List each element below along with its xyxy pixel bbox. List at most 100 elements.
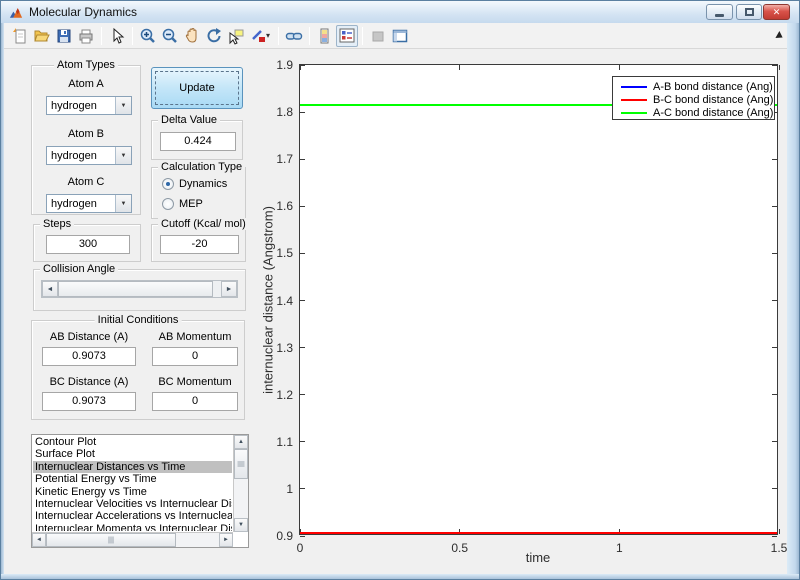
insert-legend-button[interactable] bbox=[336, 24, 358, 47]
y-tick-mark bbox=[300, 158, 305, 160]
rotate-icon bbox=[207, 27, 221, 42]
save-figure-button[interactable] bbox=[53, 25, 75, 47]
radio-0[interactable] bbox=[162, 178, 174, 190]
ab-distance-field[interactable]: 0.9073 bbox=[42, 347, 136, 366]
pointer-icon bbox=[113, 27, 125, 44]
cutoff-panel: Cutoff (Kcal/ mol) -20 bbox=[151, 218, 249, 262]
y-tick-label: 1.7 bbox=[276, 152, 293, 167]
scroll-up-arrow[interactable]: ▲ bbox=[234, 435, 248, 449]
atom-c-dropdown[interactable]: hydrogen ▼ bbox=[46, 194, 132, 213]
y-tick-label: 1.8 bbox=[276, 105, 293, 120]
show-plot-tools-button[interactable] bbox=[389, 25, 411, 47]
horizontal-scroll-thumb[interactable] bbox=[46, 533, 176, 547]
brush-dropdown-caret-icon[interactable]: ▾ bbox=[266, 31, 274, 40]
mep-radio[interactable]: MEP bbox=[162, 198, 203, 210]
y-tick-label: 1.5 bbox=[276, 246, 293, 261]
new-figure-button[interactable] bbox=[9, 25, 31, 47]
title-bar[interactable]: Molecular Dynamics bbox=[1, 1, 799, 23]
data-cursor-button[interactable] bbox=[225, 25, 247, 47]
atom-b-label: Atom B bbox=[67, 128, 105, 140]
bc-distance-field[interactable]: 0.9073 bbox=[42, 392, 136, 411]
x-tick-mark bbox=[459, 65, 461, 70]
rotate-3d-button[interactable] bbox=[203, 25, 225, 47]
y-tick-label: 1.4 bbox=[276, 293, 293, 308]
list-item[interactable]: Surface Plot bbox=[33, 448, 232, 460]
y-tick-label: 1.6 bbox=[276, 199, 293, 214]
plot-type-list[interactable]: Contour Plot Surface Plot Internuclear Dis… bbox=[31, 434, 249, 548]
calculation-type-panel: Calculation Type Dynamics MEP bbox=[151, 161, 246, 219]
y-tick-label: 1.3 bbox=[276, 340, 293, 355]
window-border-bottom bbox=[1, 574, 799, 579]
x-tick-label: 0 bbox=[296, 541, 304, 555]
scroll-down-arrow[interactable]: ▼ bbox=[234, 518, 248, 532]
close-button[interactable]: ✕ bbox=[763, 4, 790, 20]
open-folder-icon bbox=[34, 30, 50, 41]
horizontal-scrollbar[interactable]: ◄ ► bbox=[32, 532, 233, 547]
pan-button[interactable] bbox=[181, 25, 203, 47]
slider-right-arrow[interactable]: ► bbox=[221, 281, 237, 297]
list-item[interactable]: Internuclear Velocities vs Internuclear … bbox=[33, 498, 232, 510]
bc-momentum-field[interactable]: 0 bbox=[152, 392, 238, 411]
collision-angle-slider[interactable]: ◄ ► bbox=[41, 280, 238, 298]
vertical-scrollbar[interactable]: ▲ ▼ bbox=[233, 435, 248, 532]
minimize-button[interactable] bbox=[706, 4, 733, 20]
hand-icon bbox=[185, 27, 197, 43]
collision-angle-panel: Collision Angle ◄ ► bbox=[33, 263, 246, 311]
x-tick-mark bbox=[778, 65, 780, 70]
radio-1[interactable] bbox=[162, 198, 174, 210]
plot-legend[interactable]: A-B bond distance (Ang) B-C bond distance… bbox=[612, 76, 775, 120]
list-item[interactable]: Internuclear Momenta vs Internuclear Dis… bbox=[33, 523, 232, 531]
zoom-in-button[interactable] bbox=[137, 25, 159, 47]
chevron-down-icon[interactable]: ▼ bbox=[115, 195, 131, 212]
cutoff-field[interactable]: -20 bbox=[160, 235, 239, 254]
ab-momentum-field[interactable]: 0 bbox=[152, 347, 238, 366]
toolbar-overflow-arrow-icon[interactable] bbox=[775, 31, 785, 41]
x-tick-mark bbox=[778, 529, 780, 534]
slider-left-arrow[interactable]: ◄ bbox=[42, 281, 58, 297]
hide-plot-tools-button[interactable] bbox=[367, 25, 389, 47]
legend-line-sample bbox=[621, 85, 647, 88]
y-tick-mark bbox=[772, 300, 777, 301]
chevron-down-icon[interactable]: ▼ bbox=[115, 97, 131, 114]
list-item[interactable]: Contour Plot bbox=[33, 436, 232, 448]
y-tick-mark bbox=[772, 488, 777, 490]
panel-title: Calculation Type bbox=[158, 161, 246, 173]
open-file-button[interactable] bbox=[31, 25, 53, 47]
app-window: Molecular Dynamics ✕ ▾ Atom Types Atom A… bbox=[0, 0, 800, 580]
atom-a-label: Atom A bbox=[68, 78, 104, 90]
zoom-out-button[interactable] bbox=[159, 25, 181, 47]
x-tick-label: 0.5 bbox=[451, 541, 468, 555]
atom-b-dropdown[interactable]: hydrogen ▼ bbox=[46, 146, 132, 165]
list-item[interactable]: Internuclear Accelerations vs Internucle… bbox=[33, 510, 232, 522]
chevron-down-icon[interactable]: ▼ bbox=[115, 147, 131, 164]
x-tick-mark bbox=[618, 65, 620, 70]
bc-momentum-label: BC Momentum bbox=[158, 376, 232, 388]
atom-a-dropdown[interactable]: hydrogen ▼ bbox=[46, 96, 132, 115]
y-tick-mark bbox=[300, 252, 305, 254]
ab-momentum-label: AB Momentum bbox=[158, 331, 232, 343]
list-item[interactable]: Potential Energy vs Time bbox=[33, 473, 232, 485]
y-tick-mark bbox=[300, 111, 305, 113]
scroll-right-arrow[interactable]: ► bbox=[219, 533, 233, 547]
list-item[interactable]: Kinetic Energy vs Time bbox=[33, 486, 232, 498]
x-tick-label: 1 bbox=[615, 541, 623, 555]
print-figure-button[interactable] bbox=[75, 25, 97, 47]
panel-title: Delta Value bbox=[158, 114, 221, 126]
dynamics-radio[interactable]: Dynamics bbox=[162, 178, 227, 190]
steps-field[interactable]: 300 bbox=[46, 235, 130, 254]
slider-thumb[interactable] bbox=[58, 281, 213, 297]
scroll-left-arrow[interactable]: ◄ bbox=[32, 533, 46, 547]
y-tick-mark bbox=[772, 64, 777, 66]
y-tick-mark bbox=[300, 347, 305, 349]
delta-value-field[interactable]: 0.424 bbox=[160, 132, 236, 151]
maximize-button[interactable] bbox=[736, 4, 762, 20]
plot-axes[interactable]: 0 0.5 1 1.5 0.9 1 1.1 1.2 1.3 1.4 1.5 1.6 1.7 1.8 1.9 A… bbox=[276, 58, 787, 555]
plot-type-list-items: Contour Plot Surface Plot Internuclear Dis… bbox=[33, 436, 232, 531]
insert-colorbar-button[interactable] bbox=[314, 25, 336, 47]
edit-plot-button[interactable] bbox=[106, 25, 128, 47]
link-plot-button[interactable] bbox=[283, 25, 305, 47]
window-border-right bbox=[787, 23, 799, 579]
list-item[interactable]: Internuclear Distances vs Time bbox=[33, 460, 232, 474]
update-button[interactable]: Update bbox=[151, 67, 243, 109]
vertical-scroll-thumb[interactable] bbox=[234, 449, 248, 479]
